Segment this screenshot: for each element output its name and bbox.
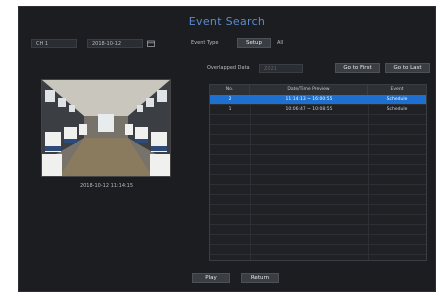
date-field[interactable]: 2018-10-12 (87, 39, 143, 48)
row-event-type: Schedule (386, 107, 408, 112)
event-type-label: Event Type (191, 40, 219, 46)
go-to-last-button[interactable]: Go to Last (385, 63, 430, 73)
event-list-table: No. Date/Time Preview Event 2 11:14:13 ~… (209, 84, 427, 261)
go-to-first-button[interactable]: Go to First (335, 63, 380, 73)
table-row[interactable]: 1 10:06:47 ~ 10:08:55 Schedule (210, 105, 426, 114)
channel-select[interactable]: CH 1 (31, 39, 77, 48)
table-row[interactable]: 2 11:14:13 ~ 16:00:55 Schedule (210, 95, 426, 104)
column-header-no: No. (210, 85, 250, 95)
event-search-window: Event Search CH 1 2018-10-12 Event Type … (18, 6, 436, 292)
row-number: 2 (228, 97, 232, 102)
play-button[interactable]: Play (192, 273, 230, 283)
overlapped-data-label: Overlapped Data (207, 65, 250, 71)
setup-button[interactable]: Setup (237, 38, 271, 48)
camera-preview (41, 79, 171, 177)
row-number: 1 (228, 107, 232, 112)
overlapped-data-select[interactable]: Z021 (259, 64, 303, 73)
page-title: Event Search (188, 15, 266, 28)
event-type-value: All (277, 40, 284, 46)
row-time-range: 10:06:47 ~ 10:08:55 (285, 107, 333, 112)
column-header-time: Date/Time Preview (250, 85, 368, 95)
row-event-type: Schedule (386, 97, 408, 102)
return-button[interactable]: Return (241, 273, 279, 283)
preview-timestamp: 2018-10-12 11:14:15 (79, 183, 134, 189)
train-interior-image (42, 80, 170, 176)
calendar-icon[interactable] (147, 40, 155, 47)
row-time-range: 11:14:13 ~ 16:00:55 (285, 97, 333, 102)
column-header-event: Event (368, 85, 426, 95)
